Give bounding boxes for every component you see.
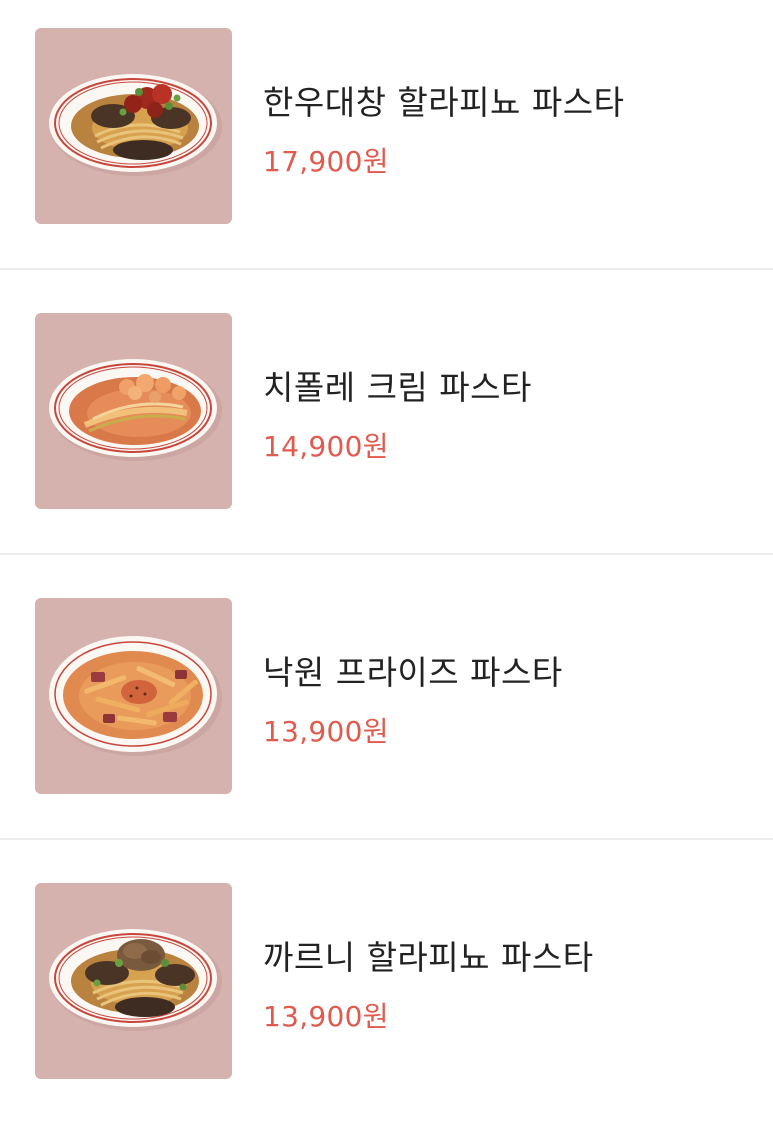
- menu-item-hanwoo-daechang-jalapeno-pasta[interactable]: 한우대창 할라피뇨 파스타 17,900원: [0, 0, 773, 285]
- menu-item-nakwon-fries-pasta[interactable]: 낙원 프라이즈 파스타 13,900원: [0, 570, 773, 855]
- pasta-chipotle-cream-icon: [35, 313, 232, 509]
- menu-item-image: [35, 883, 232, 1079]
- pasta-carni-jalapeno-icon: [35, 883, 232, 1079]
- menu-item-price: 13,900원: [263, 1000, 389, 1033]
- menu-item-image: [35, 28, 232, 224]
- menu-item-image: [35, 313, 232, 509]
- menu-item-carni-jalapeno-pasta[interactable]: 까르니 할라피뇨 파스타 13,900원: [0, 855, 773, 1140]
- menu-item-price: 13,900원: [263, 715, 389, 748]
- menu-item-name: 까르니 할라피뇨 파스타: [263, 938, 594, 977]
- pasta-fries-icon: [35, 598, 232, 794]
- divider: [0, 553, 773, 555]
- menu-item-chipotle-cream-pasta[interactable]: 치폴레 크림 파스타 14,900원: [0, 285, 773, 570]
- pasta-beef-tripe-jalapeno-icon: [35, 28, 232, 224]
- divider: [0, 268, 773, 270]
- divider: [0, 838, 773, 840]
- menu-item-name: 치폴레 크림 파스타: [263, 368, 532, 407]
- menu-list: 한우대창 할라피뇨 파스타 17,900원 치폴레 크림 파스타 14,900원…: [0, 0, 773, 1097]
- menu-item-image: [35, 598, 232, 794]
- menu-item-price: 17,900원: [263, 145, 389, 178]
- menu-item-name: 한우대창 할라피뇨 파스타: [263, 83, 625, 122]
- menu-item-name: 낙원 프라이즈 파스타: [263, 653, 563, 692]
- menu-item-price: 14,900원: [263, 430, 389, 463]
